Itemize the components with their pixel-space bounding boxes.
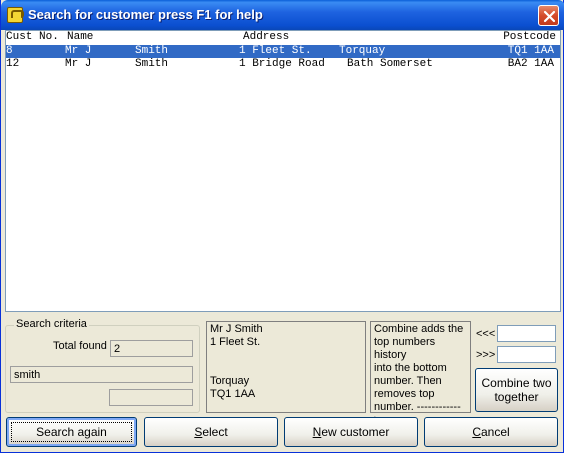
new-customer-button[interactable]: New customer — [284, 417, 418, 447]
new-customer-mnemonic: N — [312, 425, 322, 439]
search-criteria-legend: Search criteria — [14, 318, 89, 330]
combine-top-field[interactable] — [497, 325, 556, 342]
cell-surname: Smith — [135, 45, 169, 57]
select-button[interactable]: Select — [144, 417, 278, 447]
address-preview-panel: Mr J Smith 1 Fleet St. Torquay TQ1 1AA — [206, 321, 366, 413]
cell-title: Mr J — [65, 58, 92, 70]
address-line — [210, 362, 362, 375]
total-found-field: 2 — [110, 340, 193, 357]
cancel-mnemonic: C — [472, 425, 481, 439]
cell-town: Torquay — [339, 45, 386, 57]
window-title: Search for customer press F1 for help — [28, 7, 263, 22]
address-line: TQ1 1AA — [210, 388, 256, 400]
header-postcode[interactable]: Postcode — [503, 31, 556, 43]
help-line: top numbers history — [374, 336, 436, 361]
search-text-field[interactable]: smith — [10, 366, 193, 383]
address-line: 1 Fleet St. — [210, 336, 261, 348]
list-item[interactable]: 12 Mr J Smith 1 Bridge Road Bath Somerse… — [6, 58, 560, 71]
cell-postcode: TQ1 1AA — [507, 45, 554, 57]
help-line: Combine adds the — [374, 323, 464, 335]
header-cust-no[interactable]: Cust No. — [6, 31, 59, 43]
combine-button[interactable]: Combine two together — [475, 368, 558, 412]
customer-results-list[interactable]: Cust No. Name Address Postcode 8 Mr J Sm… — [5, 30, 561, 312]
select-label: elect — [202, 425, 228, 439]
cell-town: Bath Somerset — [347, 58, 433, 70]
address-line — [210, 349, 362, 362]
search-customer-window: Search for customer press F1 for help Cu… — [0, 0, 564, 453]
header-address[interactable]: Address — [243, 31, 289, 43]
cancel-label: ancel — [480, 425, 510, 439]
cell-address: 1 Bridge Road — [239, 58, 325, 70]
cancel-button[interactable]: Cancel — [424, 417, 558, 447]
cell-postcode: BA2 1AA — [507, 58, 554, 70]
help-line: number. Then — [374, 375, 442, 387]
focus-rect — [11, 422, 132, 442]
total-found-label: Total found — [53, 340, 107, 352]
cell-title: Mr J — [65, 45, 92, 57]
combine-help-panel: Combine adds the top numbers history int… — [370, 321, 471, 426]
help-line: removes top — [374, 388, 435, 400]
combine-button-line1: Combine two — [481, 376, 552, 390]
search-criteria-group: Search criteria Total found 2 smith — [5, 318, 200, 413]
cell-cust-no: 12 — [6, 58, 20, 70]
list-item[interactable]: 8 Mr J Smith 1 Fleet St. Torquay TQ1 1AA — [6, 45, 560, 58]
combine-top-label: <<< — [476, 328, 496, 340]
address-line: Torquay — [210, 375, 250, 387]
cell-cust-no: 8 — [6, 45, 13, 57]
search-again-button[interactable]: Search again — [6, 417, 137, 447]
new-customer-label: ew customer — [321, 425, 390, 439]
combine-bottom-label: >>> — [476, 349, 496, 361]
combine-button-line2: together — [494, 390, 539, 404]
title-bar[interactable]: Search for customer press F1 for help — [1, 0, 564, 30]
close-icon — [543, 10, 556, 23]
close-button[interactable] — [538, 5, 559, 26]
search-extra-field[interactable] — [109, 389, 193, 406]
header-name[interactable]: Name — [67, 31, 93, 43]
help-line: into the bottom — [374, 362, 447, 374]
app-icon — [7, 7, 24, 23]
cell-address: 1 Fleet St. — [239, 45, 312, 57]
list-header: Cust No. Name Address Postcode — [6, 31, 560, 45]
address-line: Mr J Smith — [210, 323, 263, 335]
cell-surname: Smith — [135, 58, 169, 70]
combine-bottom-field[interactable] — [497, 346, 556, 363]
